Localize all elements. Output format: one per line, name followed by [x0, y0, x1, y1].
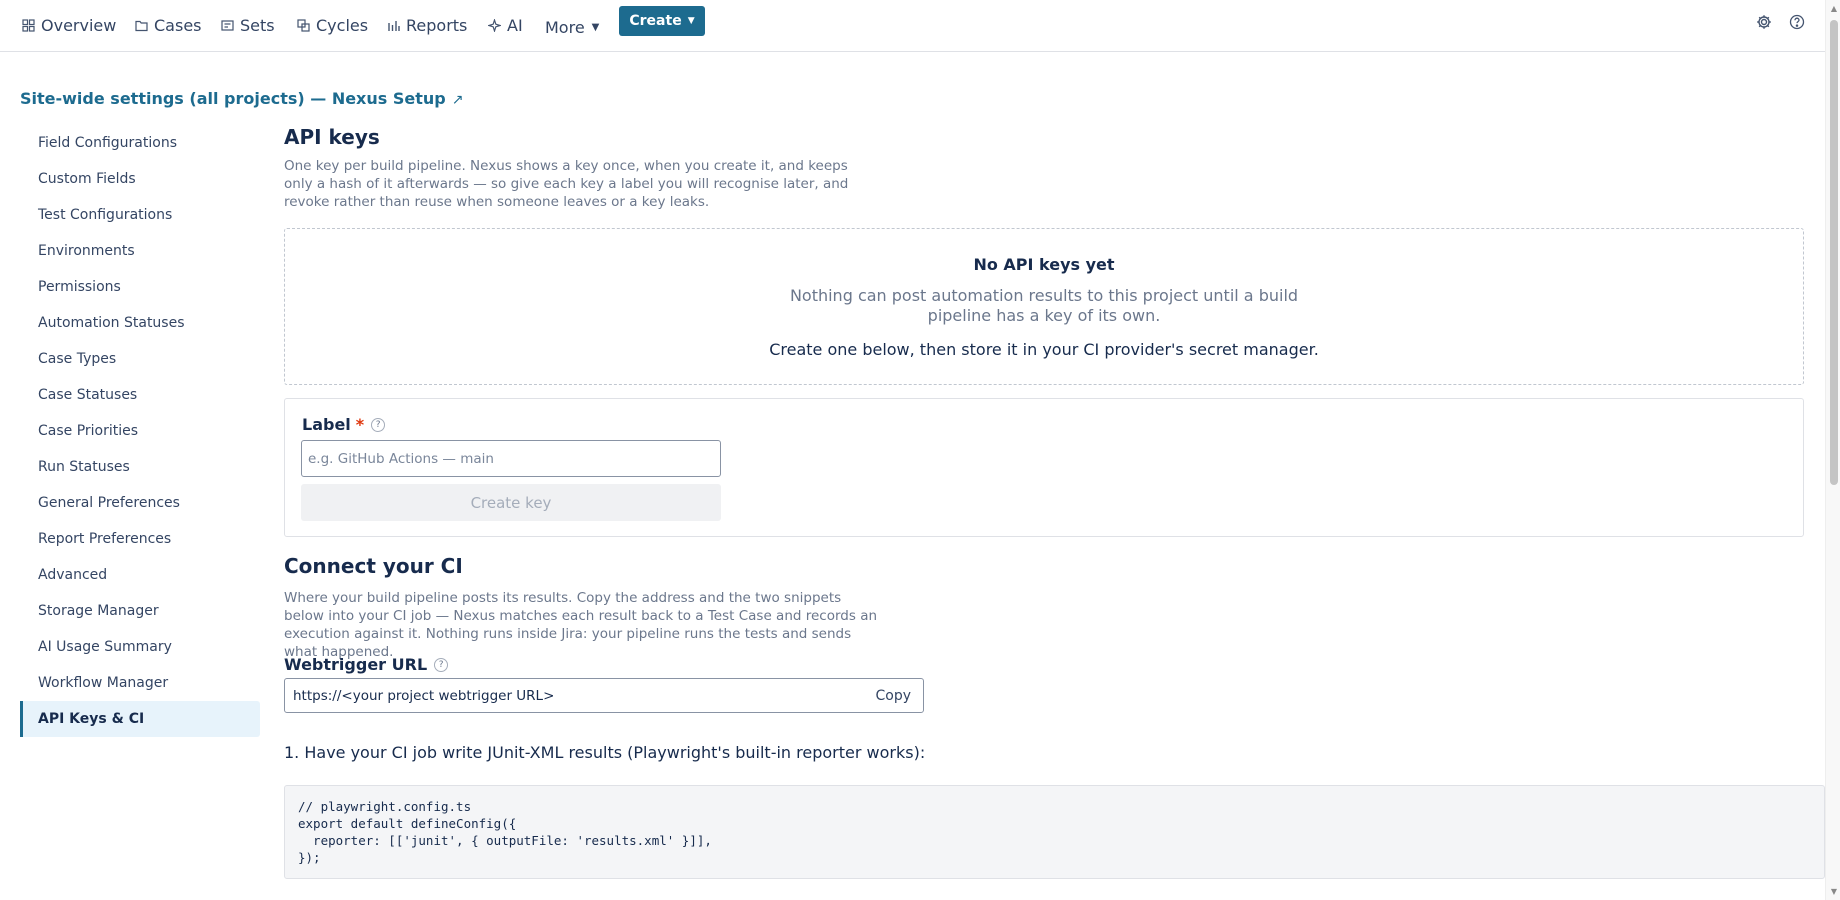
label-field-label: Label * ?: [302, 415, 386, 434]
sidebar-item-storage-manager[interactable]: Storage Manager: [20, 593, 260, 629]
sidebar-item-case-types[interactable]: Case Types: [20, 341, 260, 377]
label-input[interactable]: [301, 440, 721, 477]
sidebar-item-ai-usage-summary[interactable]: AI Usage Summary: [20, 629, 260, 665]
gear-icon[interactable]: [1755, 13, 1773, 31]
sidebar-item-advanced[interactable]: Advanced: [20, 557, 260, 593]
copy-button[interactable]: Copy: [875, 688, 911, 704]
empty-state-title: No API keys yet: [973, 255, 1115, 274]
nav-reports-label: Reports: [406, 15, 468, 35]
folder-icon: [135, 19, 148, 32]
empty-state: No API keys yet Nothing can post automat…: [284, 228, 1804, 385]
create-button[interactable]: Create ▼: [619, 6, 705, 36]
bar-chart-icon: [387, 19, 400, 32]
sidebar-item-report-preferences[interactable]: Report Preferences: [20, 521, 260, 557]
nav-overview-label: Overview: [41, 15, 117, 35]
sidebar-item-automation-statuses[interactable]: Automation Statuses: [20, 305, 260, 341]
webtrigger-url-field: https://<your project webtrigger URL> Co…: [284, 678, 924, 713]
webtrigger-url-value[interactable]: https://<your project webtrigger URL>: [293, 688, 875, 704]
nav-cases-label: Cases: [154, 15, 202, 35]
set-icon: [221, 19, 234, 32]
nav-ai[interactable]: AI: [488, 13, 523, 37]
sidebar-item-general-preferences[interactable]: General Preferences: [20, 485, 260, 521]
site-settings-title-link[interactable]: Site-wide settings (all projects) — Nexu…: [20, 89, 463, 108]
empty-state-text: Nothing can post automation results to t…: [789, 286, 1299, 325]
sidebar-item-permissions[interactable]: Permissions: [20, 269, 260, 305]
nav-sets[interactable]: Sets: [221, 13, 275, 37]
sidebar-item-field-configurations[interactable]: Field Configurations: [20, 125, 260, 161]
external-link-icon: ↗: [451, 92, 464, 108]
sidebar-item-test-configurations[interactable]: Test Configurations: [20, 197, 260, 233]
nav-overview[interactable]: Overview: [22, 13, 116, 37]
nav-cycles[interactable]: Cycles: [297, 13, 368, 37]
create-key-form: Label * ? Create key: [284, 398, 1804, 537]
required-marker: *: [355, 415, 365, 434]
nav-cases[interactable]: Cases: [135, 13, 202, 37]
sidebar-item-workflow-manager[interactable]: Workflow Manager: [20, 665, 260, 701]
webtrigger-url-label: Webtrigger URL ?: [284, 655, 449, 674]
empty-state-cta: Create one below, then store it in your …: [769, 340, 1319, 359]
nav-more-label: More: [545, 17, 585, 37]
create-key-button[interactable]: Create key: [301, 484, 721, 521]
nav-cycles-label: Cycles: [316, 15, 369, 35]
scrollbar-thumb[interactable]: [1830, 20, 1838, 485]
scrollbar[interactable]: ▲ ▼: [1825, 0, 1840, 900]
create-button-label: Create: [629, 13, 682, 29]
grid-icon: [22, 18, 35, 32]
top-navigation: Overview Cases Sets Cycles Reports AI Mo…: [0, 0, 1825, 52]
sidebar-item-environments[interactable]: Environments: [20, 233, 260, 269]
nav-reports[interactable]: Reports: [387, 13, 467, 37]
sidebar-item-case-priorities[interactable]: Case Priorities: [20, 413, 260, 449]
sidebar-item-api-keys-ci[interactable]: API Keys & CI: [20, 701, 260, 737]
nav-more-menu[interactable]: More ▼: [545, 15, 599, 39]
sidebar-item-case-statuses[interactable]: Case Statuses: [20, 377, 260, 413]
help-icon[interactable]: ?: [371, 417, 386, 432]
connect-ci-description: Where your build pipeline posts its resu…: [284, 590, 878, 660]
sparkle-icon: [488, 18, 501, 32]
help-icon[interactable]: [1788, 13, 1806, 31]
nav-sets-label: Sets: [240, 15, 275, 35]
chevron-down-icon: ▼: [591, 21, 600, 33]
label-field-text: Label: [302, 415, 351, 434]
ci-step-1: 1. Have your CI job write JUnit-XML resu…: [284, 743, 926, 762]
settings-sidebar: Field Configurations Custom Fields Test …: [20, 125, 260, 737]
sidebar-item-custom-fields[interactable]: Custom Fields: [20, 161, 260, 197]
help-icon[interactable]: ?: [434, 657, 449, 672]
nav-ai-label: AI: [507, 15, 523, 35]
api-keys-heading: API keys: [284, 125, 380, 149]
chevron-down-icon: ▼: [687, 16, 695, 26]
connect-ci-heading: Connect your CI: [284, 554, 463, 578]
main-content: API keys One key per build pipeline. Nex…: [284, 125, 1825, 879]
webtrigger-url-label-text: Webtrigger URL: [284, 655, 428, 674]
scroll-down-icon[interactable]: ▼: [1829, 887, 1839, 896]
site-settings-title: Site-wide settings (all projects) — Nexu…: [20, 89, 446, 108]
scroll-up-icon[interactable]: ▲: [1829, 4, 1839, 13]
sidebar-item-run-statuses[interactable]: Run Statuses: [20, 449, 260, 485]
copy-icon: [297, 18, 310, 32]
code-snippet[interactable]: // playwright.config.ts export default d…: [284, 785, 1825, 879]
api-keys-description: One key per build pipeline. Nexus shows …: [284, 158, 849, 210]
